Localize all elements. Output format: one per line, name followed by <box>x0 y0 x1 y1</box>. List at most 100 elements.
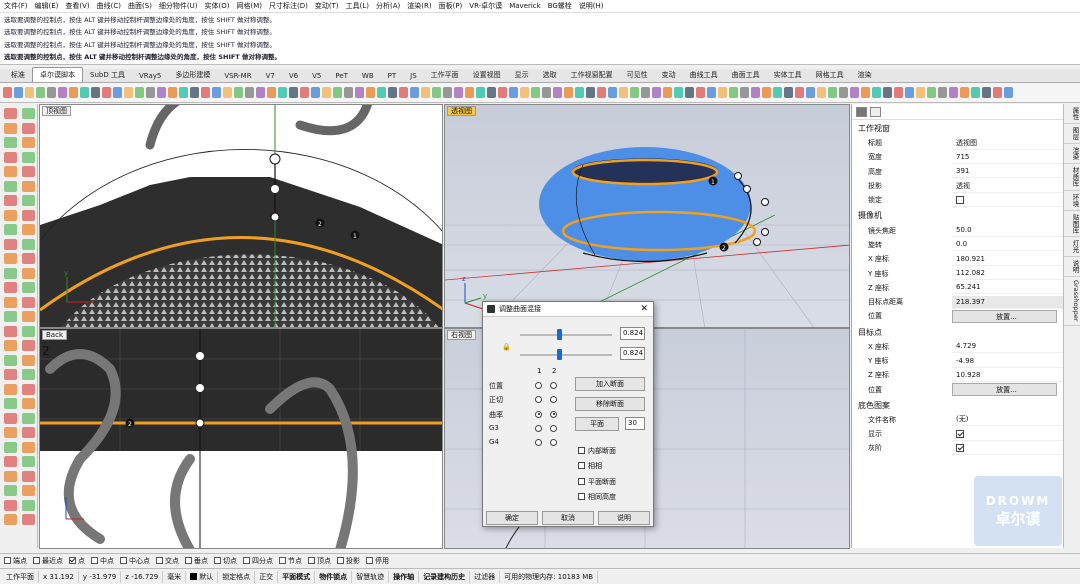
tool-icon[interactable] <box>971 87 980 98</box>
tool-icon[interactable] <box>22 470 35 482</box>
tool-icon[interactable] <box>377 87 386 98</box>
osnap-item[interactable]: 交点 <box>156 556 179 566</box>
tool-icon[interactable] <box>22 267 35 279</box>
tool-icon[interactable] <box>212 87 221 98</box>
tool-icon[interactable] <box>102 87 111 98</box>
tool-icon[interactable] <box>927 87 936 98</box>
tool-icon[interactable] <box>22 311 35 322</box>
tool-icon[interactable] <box>938 87 947 98</box>
menu-item[interactable]: 曲线(C) <box>97 1 121 11</box>
toolbar-tab[interactable]: 变动 <box>655 68 683 82</box>
tool-icon[interactable] <box>575 87 584 98</box>
menu-item[interactable]: 细分物件(U) <box>159 1 198 11</box>
tool-icon[interactable] <box>113 87 122 98</box>
menu-item[interactable]: 查看(V) <box>65 1 89 11</box>
osnap-checkbox[interactable] <box>185 557 192 564</box>
property-value[interactable]: 715 <box>952 151 1063 164</box>
property-value[interactable]: 180.921 <box>952 253 1063 266</box>
tool-icon[interactable] <box>157 87 166 98</box>
tool-icon[interactable] <box>839 87 848 98</box>
continuity-radio-1[interactable] <box>535 439 542 447</box>
menu-item[interactable]: 变动(T) <box>315 1 339 11</box>
layer-indicator[interactable]: 默认 <box>186 570 219 583</box>
menu-item[interactable]: BG螺栓 <box>548 1 572 11</box>
tool-icon[interactable] <box>4 296 17 308</box>
menu-item[interactable]: 工具(L) <box>346 1 369 11</box>
tool-icon[interactable] <box>22 195 35 206</box>
continuity-radio-2[interactable] <box>550 382 557 389</box>
tool-icon[interactable] <box>22 238 35 250</box>
tool-icon[interactable] <box>421 87 430 98</box>
osnap-checkbox[interactable] <box>308 557 315 564</box>
tool-icon[interactable] <box>883 87 892 98</box>
status-toggle[interactable]: 操作轴 <box>389 570 420 583</box>
cancel-button[interactable]: 取消 <box>542 511 594 525</box>
continuity-radio-2[interactable] <box>550 410 557 418</box>
tool-icon[interactable] <box>22 108 35 119</box>
tool-icon[interactable] <box>773 87 782 98</box>
status-toggle[interactable]: 智慧轨迹 <box>352 570 390 583</box>
tool-icon[interactable] <box>806 87 815 98</box>
tool-icon[interactable] <box>22 514 35 525</box>
tool-icon[interactable] <box>4 122 17 134</box>
tool-icon[interactable] <box>674 87 683 98</box>
tool-icon[interactable] <box>91 87 100 98</box>
toolbar-tab[interactable]: 选取 <box>536 68 564 82</box>
tool-icon[interactable] <box>685 87 694 98</box>
tool-icon[interactable] <box>22 137 35 148</box>
osnap-checkbox[interactable] <box>156 557 163 564</box>
toolbar-tab[interactable]: PT <box>381 70 404 82</box>
continuity-radio-2[interactable] <box>550 439 557 447</box>
property-value[interactable]: 透视 <box>952 180 1063 193</box>
tool-icon[interactable] <box>289 87 298 98</box>
tool-icon[interactable] <box>795 87 804 98</box>
tool-icon[interactable] <box>4 412 17 424</box>
tool-icon[interactable] <box>124 87 133 98</box>
osnap-item[interactable]: 点 <box>69 556 85 566</box>
osnap-checkbox[interactable] <box>366 557 373 564</box>
tool-icon[interactable] <box>740 87 749 98</box>
tool-icon[interactable] <box>344 87 353 98</box>
toolbar-tab[interactable]: 渲染 <box>851 68 879 82</box>
osnap-checkbox[interactable] <box>91 557 98 564</box>
tool-icon[interactable] <box>333 87 342 98</box>
viewport-title-top[interactable]: 顶视图 <box>42 106 71 116</box>
slider-thumb-1[interactable] <box>557 329 562 340</box>
tool-icon[interactable] <box>278 87 287 98</box>
tool-icon[interactable] <box>22 427 35 438</box>
tool-icon[interactable] <box>58 87 67 98</box>
tool-icon[interactable] <box>894 87 903 98</box>
tool-icon[interactable] <box>905 87 914 98</box>
tool-icon[interactable] <box>4 311 17 322</box>
toolbar-tab[interactable]: V6 <box>282 70 305 82</box>
osnap-item[interactable]: 中心点 <box>120 556 150 566</box>
tool-icon[interactable] <box>355 87 364 98</box>
lock-icon[interactable]: 🔒 <box>502 343 511 351</box>
tool-icon[interactable] <box>1004 87 1013 98</box>
status-toggle[interactable]: 锁定格点 <box>218 570 256 583</box>
tool-icon[interactable] <box>4 253 17 264</box>
status-toggle[interactable]: 过滤器 <box>470 570 501 583</box>
tool-icon[interactable] <box>696 87 705 98</box>
property-value[interactable]: 0.0 <box>952 238 1063 252</box>
tool-icon[interactable] <box>586 87 595 98</box>
tool-icon[interactable] <box>245 87 254 98</box>
control-point[interactable] <box>196 384 204 392</box>
property-value[interactable]: -4.98 <box>952 355 1063 368</box>
tool-icon[interactable] <box>630 87 639 98</box>
tool-icon[interactable] <box>432 87 441 98</box>
tool-icon[interactable] <box>4 499 17 511</box>
continuity-radio-1[interactable] <box>535 382 542 389</box>
blend-slider-1[interactable] <box>520 334 612 336</box>
tool-icon[interactable] <box>22 340 35 351</box>
tool-icon[interactable] <box>267 87 276 98</box>
viewport-title-right[interactable]: 右视图 <box>447 330 476 340</box>
menu-item[interactable]: 面板(P) <box>439 1 463 11</box>
tool-icon[interactable] <box>553 87 562 98</box>
tool-icon[interactable] <box>4 282 17 293</box>
tool-icon[interactable] <box>22 369 35 380</box>
tool-icon[interactable] <box>190 87 199 98</box>
menu-item[interactable]: 曲面(S) <box>128 1 152 11</box>
slider-thumb-2[interactable] <box>557 349 562 360</box>
tool-icon[interactable] <box>311 87 320 98</box>
